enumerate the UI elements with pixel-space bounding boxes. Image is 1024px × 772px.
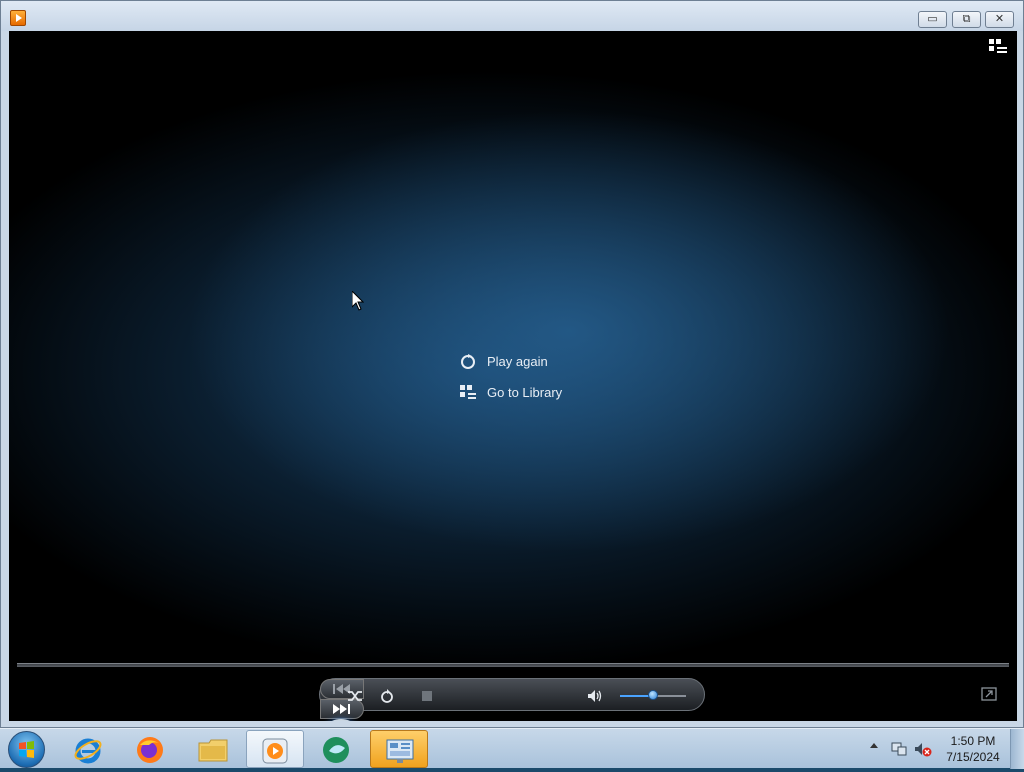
control-panel-icon bbox=[386, 739, 414, 763]
go-to-library-label: Go to Library bbox=[487, 385, 563, 400]
playback-controls bbox=[319, 678, 705, 721]
switch-to-compact-mode-icon[interactable] bbox=[981, 686, 997, 702]
repeat-icon[interactable] bbox=[378, 687, 396, 705]
network-icon[interactable] bbox=[890, 740, 908, 758]
taskbar-green-app[interactable] bbox=[308, 730, 366, 768]
taskbar-media-player[interactable] bbox=[246, 730, 304, 768]
taskbar-internet-explorer[interactable] bbox=[60, 730, 118, 768]
clock-time: 1:50 PM bbox=[950, 734, 996, 748]
volume-slider[interactable] bbox=[620, 690, 686, 700]
seek-bar[interactable] bbox=[17, 663, 1009, 667]
windows-media-player-icon[interactable] bbox=[10, 10, 26, 26]
windows-logo-icon bbox=[19, 741, 34, 758]
shuffle-icon[interactable] bbox=[346, 687, 364, 705]
speaker-icon[interactable] bbox=[586, 687, 604, 705]
volume-thumb[interactable] bbox=[648, 690, 658, 700]
play-again-link[interactable]: Play again bbox=[459, 346, 562, 377]
minimize-button[interactable]: ▭ bbox=[918, 11, 947, 28]
play-again-label: Play again bbox=[487, 354, 548, 369]
folder-icon bbox=[198, 739, 228, 762]
show-hidden-icons-button[interactable] bbox=[870, 743, 878, 748]
show-desktop-button[interactable] bbox=[1010, 729, 1024, 769]
taskbar-control-panel[interactable] bbox=[370, 730, 428, 768]
green-app-icon bbox=[323, 737, 349, 763]
library-icon bbox=[460, 384, 476, 399]
maximize-button[interactable]: ⧉ bbox=[952, 11, 981, 28]
playback-ended-menu: Play again Go to Library bbox=[459, 346, 562, 408]
replay-icon bbox=[461, 353, 475, 369]
firefox-icon bbox=[137, 737, 163, 763]
media-player-icon bbox=[262, 738, 288, 764]
start-button[interactable] bbox=[8, 731, 45, 768]
taskbar-firefox[interactable] bbox=[122, 730, 180, 768]
volume-muted-icon[interactable] bbox=[914, 740, 932, 758]
close-button[interactable]: ✕ bbox=[985, 11, 1014, 28]
now-playing-area[interactable]: Play again Go to Library bbox=[9, 31, 1017, 721]
media-player-window: ▭ ⧉ ✕ Play again Go to Library bbox=[0, 0, 1024, 728]
clock-date: 7/15/2024 bbox=[946, 750, 1000, 764]
go-to-library-link[interactable]: Go to Library bbox=[459, 377, 562, 408]
taskbar-windows-explorer[interactable] bbox=[184, 730, 242, 768]
stop-icon[interactable] bbox=[418, 687, 436, 705]
mouse-cursor-icon bbox=[352, 291, 364, 311]
system-clock[interactable]: 1:50 PM 7/15/2024 bbox=[940, 733, 1006, 765]
taskbar: 1:50 PM 7/15/2024 bbox=[0, 728, 1024, 769]
title-bar[interactable]: ▭ ⧉ ✕ bbox=[1, 1, 1023, 31]
switch-to-library-icon[interactable] bbox=[989, 39, 1007, 55]
internet-explorer-icon bbox=[74, 738, 102, 764]
